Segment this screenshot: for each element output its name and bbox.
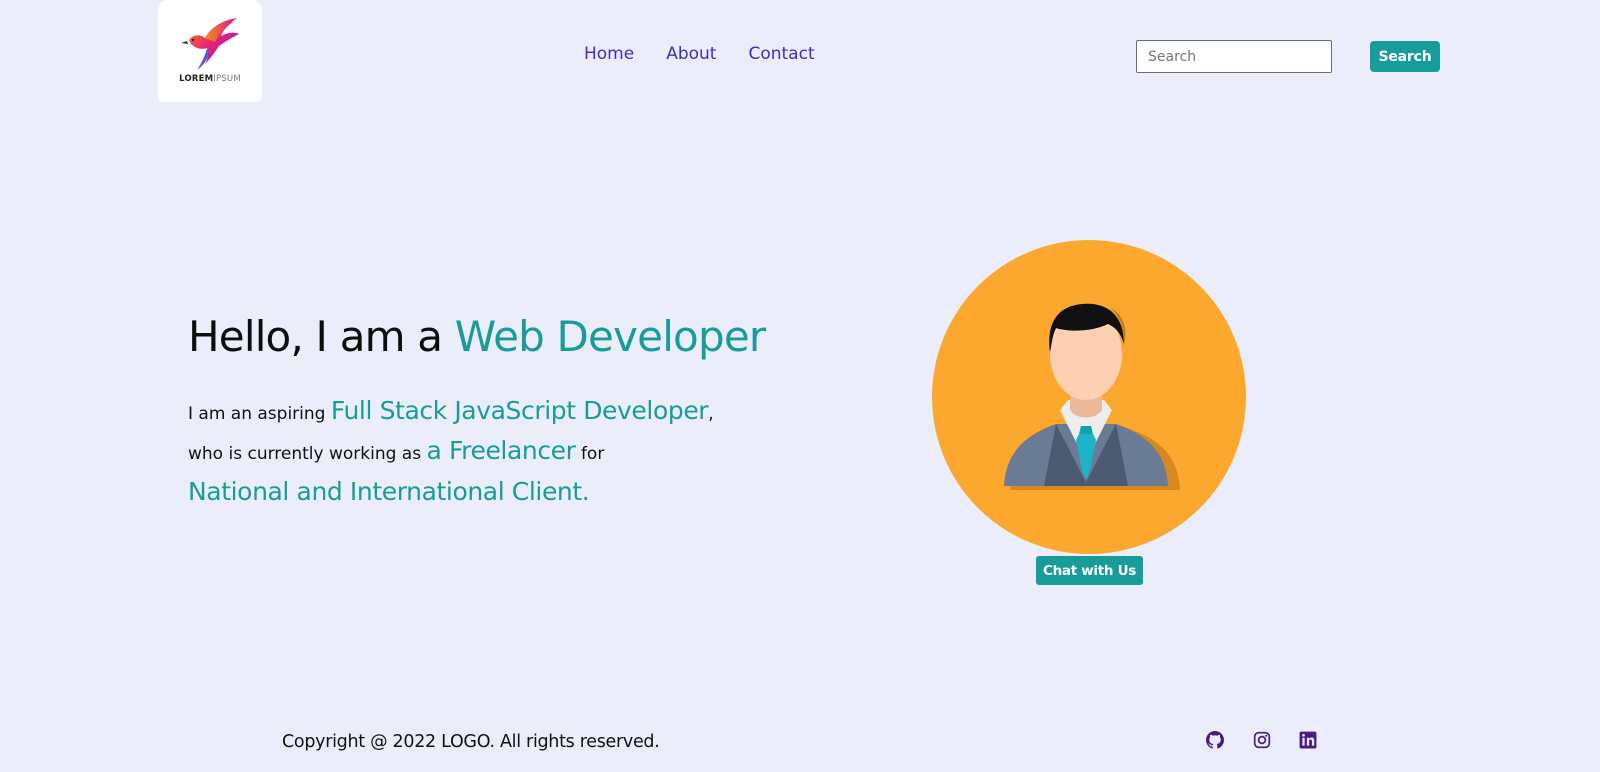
hero-title-prefix: Hello, I am a	[188, 312, 455, 361]
nav-link-home[interactable]: Home	[584, 44, 634, 64]
footer-copyright: Copyright @ 2022 LOGO. All rights reserv…	[282, 732, 660, 752]
hero-line-1-accent: Full Stack JavaScript Developer	[330, 396, 709, 425]
businessman-avatar-icon	[1004, 303, 1180, 490]
nav-link-about[interactable]: About	[666, 44, 716, 64]
chat-with-us-button[interactable]: Chat with Us	[1036, 556, 1143, 585]
search-button[interactable]: Search	[1370, 41, 1440, 72]
nav-link-contact[interactable]: Contact	[748, 44, 814, 64]
hero-line-2-suffix: for	[575, 444, 605, 464]
hero-title-accent: Web Developer	[454, 312, 766, 361]
hero-line-2-accent: a Freelancer	[426, 436, 576, 465]
logo-text: LOREMIPSUM	[179, 74, 241, 84]
hero-line-2-prefix: who is currently working as	[188, 444, 427, 464]
main-nav: Home About Contact	[584, 44, 847, 64]
hero-line-1: I am an aspiring Full Stack JavaScript D…	[188, 396, 714, 425]
instagram-icon[interactable]	[1253, 731, 1271, 749]
github-icon[interactable]	[1206, 731, 1224, 749]
bird-logo-icon	[181, 18, 239, 70]
hero-title: Hello, I am a Web Developer	[188, 312, 766, 361]
avatar	[932, 240, 1246, 554]
hero-line-3: National and International Client.	[188, 477, 590, 506]
linkedin-icon[interactable]	[1299, 731, 1317, 749]
hero-line-1-prefix: I am an aspiring	[188, 404, 331, 424]
hero-line-2: who is currently working as a Freelancer…	[188, 436, 604, 465]
hero-line-1-suffix: ,	[708, 404, 714, 424]
search-input[interactable]	[1136, 40, 1332, 73]
logo[interactable]: LOREMIPSUM	[158, 0, 262, 102]
